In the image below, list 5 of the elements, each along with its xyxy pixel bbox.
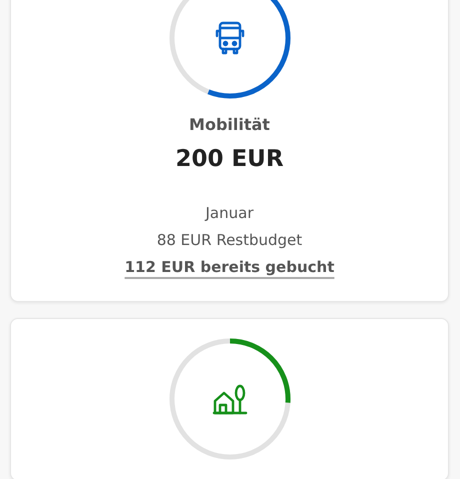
budget-amount: 200 EUR [175, 146, 284, 172]
remaining-budget: 88 EUR Restbudget [156, 230, 302, 251]
category-title: Mobilität [189, 115, 270, 134]
month-label: Januar [206, 203, 254, 224]
booked-link[interactable]: 112 EUR bereits gebucht [124, 254, 334, 281]
